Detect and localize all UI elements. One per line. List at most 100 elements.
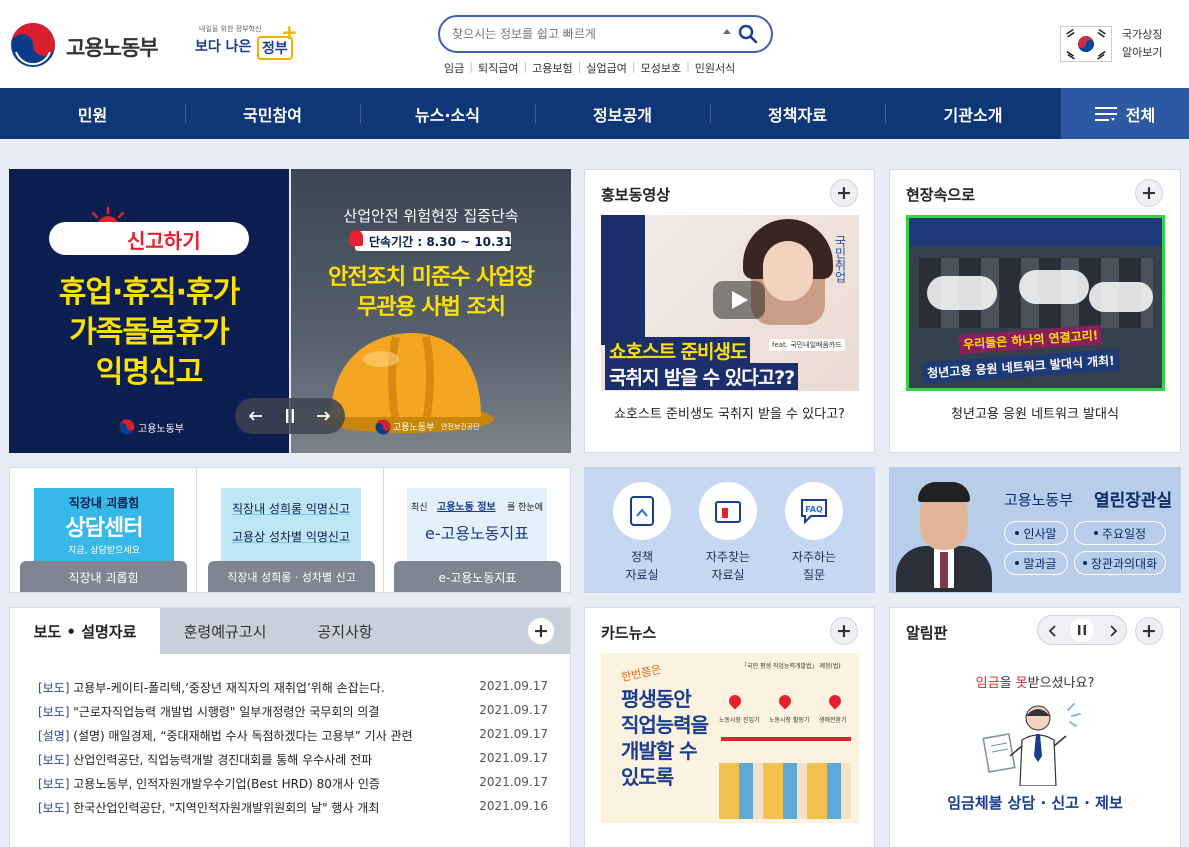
panel-title: 현장속으로 [906,186,976,204]
presenter-face [763,241,813,301]
search-box[interactable] [438,15,773,53]
bullet [1015,561,1020,565]
news-date: 2021.09.17 [479,751,548,765]
frequent-archive-link[interactable]: 자주찾는 자료실 [685,478,771,588]
national-symbol-link[interactable]: 국가상징 알아보기 [1060,24,1175,64]
quick-link[interactable]: 모성보호 [641,60,681,76]
quick-link[interactable]: 고용보험 [532,60,572,76]
nav-item-participation[interactable]: 국민참여 [185,88,360,139]
quick-banner-labor-index[interactable]: 최신 고용노동 정보 를 한눈에 e-고용노동지표 e-고용노동지표 [385,468,570,592]
news-row[interactable]: [보도] 고용노동부, 인적자원개발우수기업(Best HRD) 80개사 인증… [38,775,548,795]
video-side-text: 국민취업 [833,235,847,283]
search-input[interactable] [452,24,712,44]
next-arrow-icon[interactable] [315,410,331,422]
banner-left-line1: 휴업·휴직·휴가 [58,275,240,310]
video-caption[interactable]: 쇼호스트 준비생도 국취지 받을 수 있다고? [585,403,874,422]
quick-banner-tab-label: 직장내 괴롭힘 [68,571,139,585]
video-thumbnail[interactable]: 국민취업 feat. 국민내일배움카드 쇼호스트 준비생도 국취지 받을 수 있… [601,215,859,391]
banner-right-period: 단속기간 : 8.30 ~ 10.31 [369,235,513,249]
speech-cloud [1019,270,1089,304]
card-news-thumbnail[interactable]: 「국민 평생 직업능력개발법」 제정(법) 한번쯤은 평생동안 직업능력을 개발… [601,653,859,823]
minister-dialogue-button[interactable]: 장관과의대화 [1074,551,1166,575]
more-button[interactable]: + [830,617,858,645]
quick-banner-harassment-center[interactable]: 직장내 괴롭힘 상담센터 지금, 상담받으세요 직장내 괴롭힘 [10,468,197,592]
caret-up-icon[interactable] [723,29,731,34]
icon-link-line2: 자료실 [711,568,745,582]
faq-icon: FAQ [801,499,827,524]
slogan-logo[interactable]: 내일을 위한 정부혁신 보다 나은 정부 + [193,20,303,68]
quick-link[interactable]: 임금 [444,60,464,76]
site-logo[interactable]: 고용노동부 [10,22,180,68]
question-highlight: 못 [1015,676,1028,691]
notice-board-panel: 알림판 + 임금을 못받으셨나요? 임금체불 상담 · 신고 · 제보 [889,607,1181,847]
minister-office-panel: 고용노동부 열린장관실 인사말 주요일정 말과글 장관과의대화 [889,467,1181,593]
more-button[interactable]: + [527,617,555,645]
more-button[interactable]: + [1135,617,1163,645]
nav-item-about[interactable]: 기관소개 [885,88,1061,139]
national-symbol-line1: 국가상징 [1122,28,1163,41]
more-button[interactable]: + [1135,179,1163,207]
pause-icon[interactable] [285,409,295,423]
field-thumbnail[interactable]: 우리들은 하나의 연결고리! 청년고용 응원 네트워크 발대식 개최! [906,215,1165,391]
news-text: "근로자직업능력 개발법 시행령" 일부개정령안 국무회의 의결 [69,705,380,719]
news-date: 2021.09.17 [479,775,548,789]
speech-cloud [927,276,997,310]
labor-index-pre: 최신 [411,503,428,513]
minister-hair [918,482,970,502]
nav-item-news[interactable]: 뉴스·소식 [360,88,535,139]
main-nav: 민원 국민참여 뉴스·소식 정보공개 정책자료 기관소개 전체 [0,88,1189,139]
nav-all-button[interactable]: 전체 [1061,88,1189,139]
search-icon[interactable] [738,24,758,44]
promo-video-panel: 홍보동영상 + 국민취업 feat. 국민내일배움카드 쇼호스트 준비생도 국취… [584,169,875,453]
quick-banner-tab-label: 직장내 성희롱 · 성차별 신고 [227,571,356,584]
quick-banner-sexual-harassment-report[interactable]: 직장내 성희롱 익명신고 고용상 성차별 익명신고 직장내 성희롱 · 성차별 … [198,468,384,592]
news-title: [보도] 고용부-케이티-폴리텍,‘중장년 재직자의 재취업’위해 손잡는다. [38,679,468,699]
minister-greeting-button[interactable]: 인사말 [1004,521,1068,545]
pause-button[interactable] [1070,618,1094,642]
news-row[interactable]: [보도] 산업인력공단, 직업능력개발 경진대회를 통해 우수사례 전파 202… [38,751,548,771]
taegukgi-flag-icon [1060,26,1112,62]
quick-link[interactable]: 퇴직급여 [478,60,518,76]
separator: | [523,60,528,73]
play-button[interactable] [713,281,765,319]
more-button[interactable]: + [830,179,858,207]
slogan-small: 내일을 위한 정부혁신 [199,25,262,33]
quick-link[interactable]: 민원서식 [695,60,735,76]
chevron-right-icon[interactable] [1108,625,1118,637]
nav-item-civil[interactable]: 민원 [0,88,185,139]
card-line4: 있도록 [621,765,674,789]
button-label: 인사말 [1023,526,1057,541]
tab-notices[interactable]: 공지사항 [290,608,400,654]
faq-link[interactable]: FAQ 자주하는 질문 [771,478,857,588]
news-text: 한국산업인력공단, "지역인적자원개발위원회의 날" 행사 개최 [69,801,380,815]
minister-speech-button[interactable]: 말과글 [1004,551,1068,575]
notice-question: 임금을 못받으셨나요? [890,672,1180,691]
wage-arrears-banner[interactable]: 임금을 못받으셨나요? 임금체불 상담 · 신고 · 제보 [890,658,1180,847]
separator: | [469,60,473,73]
news-date: 2021.09.17 [479,679,548,693]
field-caption[interactable]: 청년고용 응원 네트워크 발대식 [890,403,1180,422]
slogan-main-a: 보다 나은 [195,39,252,55]
worker-illustration [982,703,1081,786]
policy-archive-link[interactable]: 정책 자료실 [599,478,685,588]
bullet [1015,531,1020,535]
tab-regulations[interactable]: 훈령예규고시 [160,608,290,654]
minister-schedule-button[interactable]: 주요일정 [1074,521,1166,545]
tab-press-release[interactable]: 보도 • 설명자료 [10,608,160,655]
chevron-left-icon[interactable] [1048,625,1058,637]
news-title: [보도] 고용노동부, 인적자원개발우수기업(Best HRD) 80개사 인증 [38,775,468,795]
news-row[interactable]: [보도] "근로자직업능력 개발법 시행령" 일부개정령안 국무회의 의결 20… [38,703,548,723]
minister-photo[interactable] [890,468,998,592]
nav-item-disclosure[interactable]: 정보공개 [535,88,710,139]
news-row[interactable]: [보도] 한국산업인력공단, "지역인적자원개발위원회의 날" 행사 개최 20… [38,799,548,819]
quick-link[interactable]: 실업급여 [586,60,626,76]
news-row[interactable]: [설명] (설명) 매일경제, “중대재해법 수사 독점하겠다는 고용부” 기사… [38,727,548,747]
news-title: [설명] (설명) 매일경제, “중대재해법 수사 독점하겠다는 고용부” 기사… [38,727,468,747]
logo-text: 고용노동부 [66,36,159,60]
folder-icon [715,501,741,523]
nav-item-policy[interactable]: 정책자료 [710,88,885,139]
prev-arrow-icon[interactable] [248,410,264,422]
news-title: [보도] "근로자직업능력 개발법 시행령" 일부개정령안 국무회의 의결 [38,703,468,723]
news-category: [설명] [38,729,70,743]
news-row[interactable]: [보도] 고용부-케이티-폴리텍,‘중장년 재직자의 재취업’위해 손잡는다. … [38,679,548,699]
